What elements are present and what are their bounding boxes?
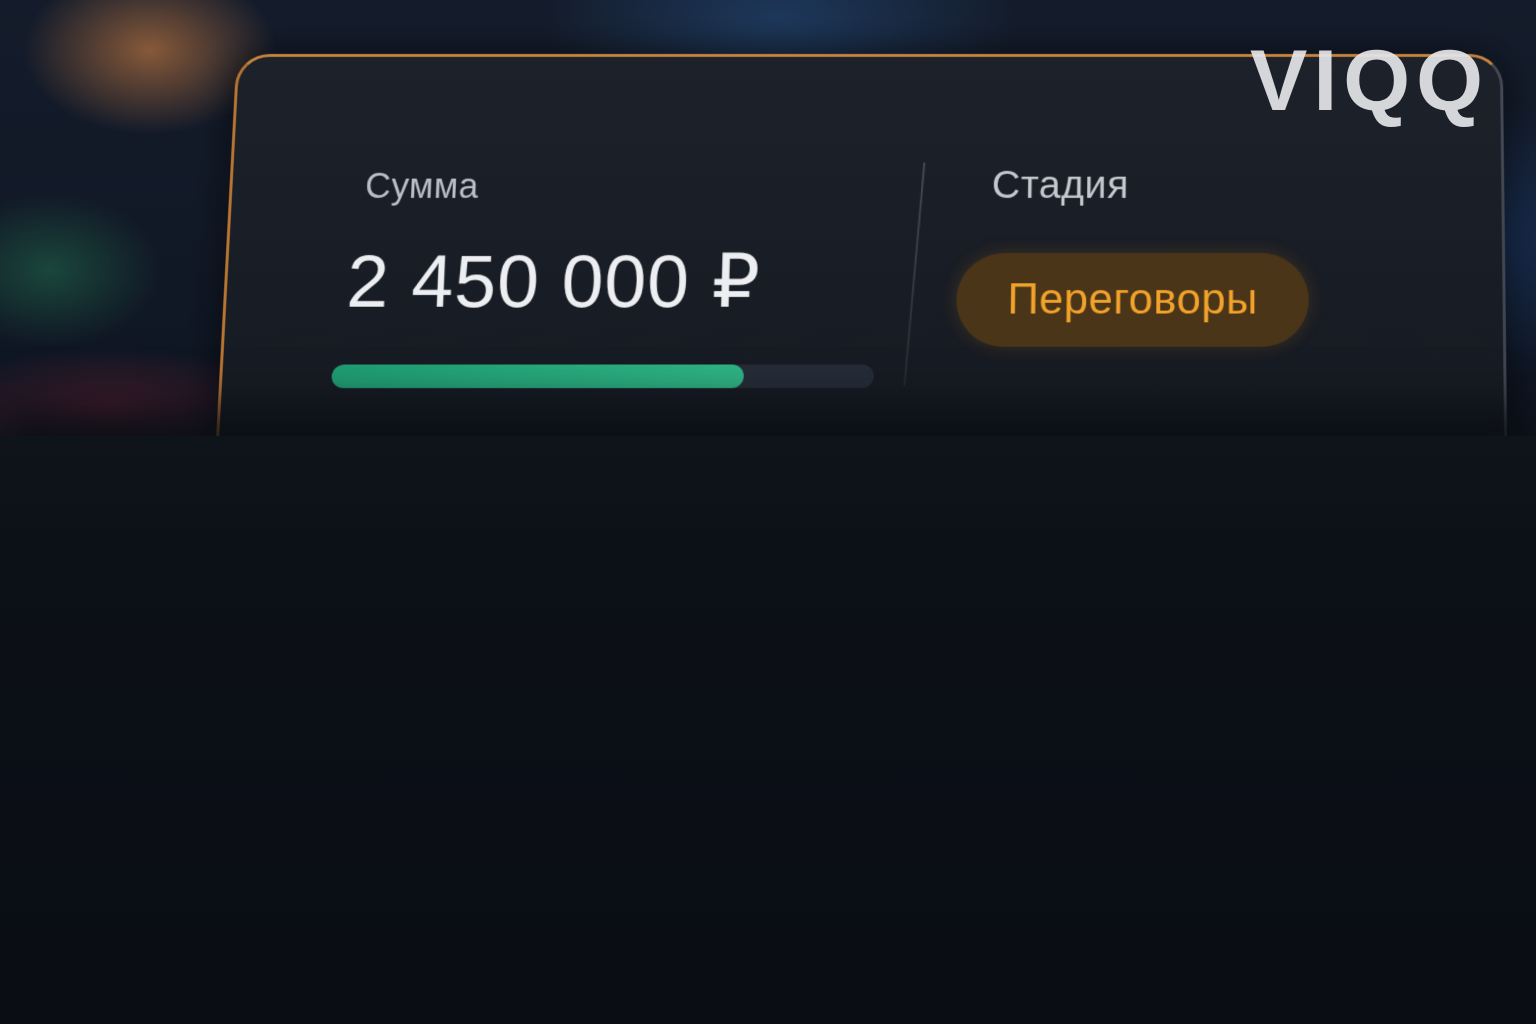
divider (903, 162, 926, 386)
stage-badge[interactable]: Переговоры (955, 253, 1309, 347)
progress-bar (331, 364, 875, 389)
stage-label: Стадия (991, 164, 1130, 207)
brand-logo: VIQQ (1250, 33, 1490, 129)
amount-value: 2 450 000 ₽ (345, 240, 762, 324)
amount-label: Сумма (364, 166, 480, 206)
foreground-blur (0, 436, 1536, 1024)
progress-bar-fill (331, 364, 745, 389)
scene: Сумма 2 450 000 ₽ Стадия Переговоры VIQQ (0, 0, 1536, 1024)
